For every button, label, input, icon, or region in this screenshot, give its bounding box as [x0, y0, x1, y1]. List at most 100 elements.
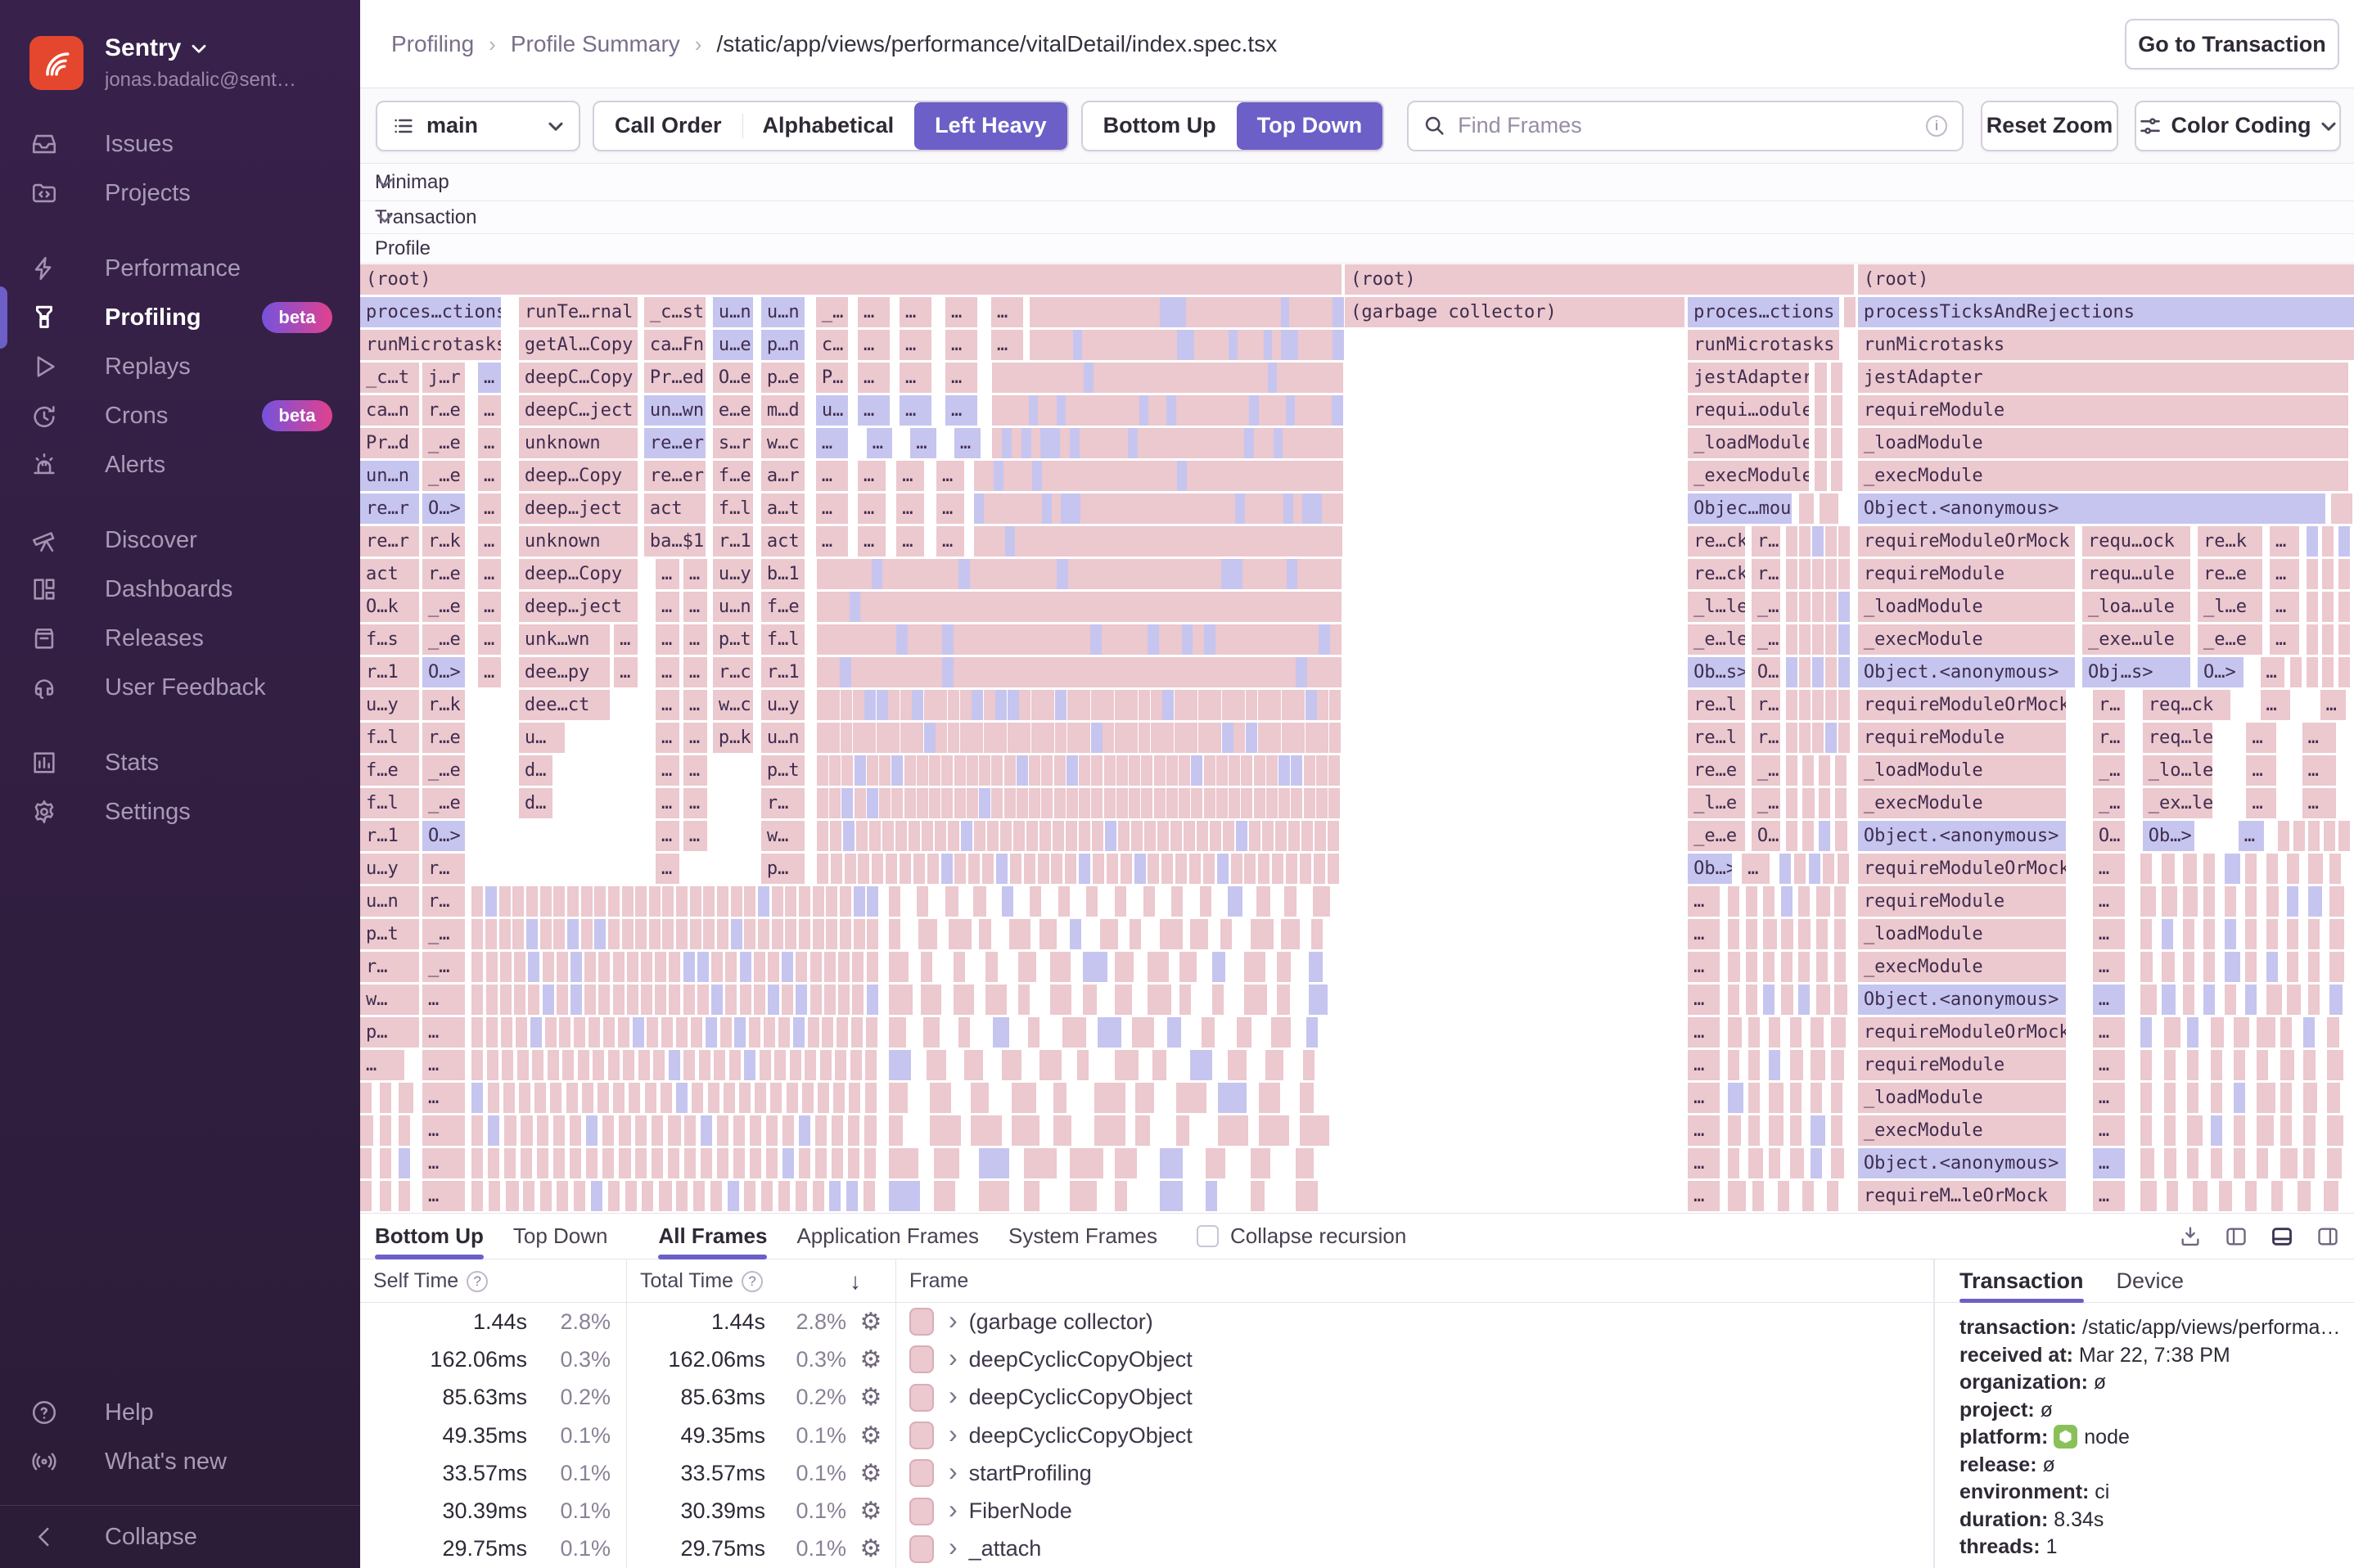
flame-cell[interactable]: u…e [712, 330, 753, 360]
flame-cell[interactable]: (root) [1857, 264, 2354, 295]
flame-cell[interactable]: … [656, 821, 679, 851]
flame-cell[interactable]: re…er [643, 428, 706, 458]
flame-cell[interactable]: _execModule [1857, 461, 2349, 491]
table-row[interactable]: 30.39ms 0.1% 30.39ms 0.1% ⚙ › FiberNode [360, 1492, 1933, 1530]
flame-cell[interactable]: _execModule [1857, 952, 2067, 982]
flame-cell[interactable]: _… [422, 952, 465, 982]
flame-cell[interactable]: _ex…le [2142, 788, 2213, 818]
flame-cell[interactable]: … [866, 428, 893, 458]
flame-cell[interactable]: act [643, 493, 706, 524]
flame-cell[interactable]: O…> [2198, 657, 2244, 687]
flame-cell[interactable]: req…ck [2142, 690, 2230, 720]
flame-cell[interactable]: requireModuleOrMock [1857, 526, 2075, 556]
flame-cell[interactable] [1815, 395, 1828, 426]
segment-bottom-up[interactable]: Bottom Up [1083, 102, 1237, 150]
flame-cell[interactable]: requireModule [1857, 395, 2349, 426]
flame-cell[interactable]: proces…ctions [360, 297, 501, 327]
flame-cell[interactable]: … [858, 493, 886, 524]
gear-icon[interactable]: ⚙ [846, 1308, 895, 1336]
flame-cell[interactable]: f…e [712, 461, 753, 491]
flame-cell[interactable]: _e…e [1688, 821, 1745, 851]
flame-cell[interactable]: p… [760, 854, 805, 884]
flame-cell[interactable]: r… [1751, 723, 1780, 753]
flame-cell[interactable]: u…y [712, 559, 753, 589]
flame-cell[interactable]: unknown [518, 428, 638, 458]
flame-cell[interactable]: _l…e [1688, 788, 1745, 818]
flame-cell[interactable]: (root) [360, 264, 1342, 295]
flame-cell[interactable]: (garbage collector) [1345, 297, 1684, 327]
self-time-header[interactable]: Self Time? [360, 1259, 626, 1303]
flame-cell[interactable]: f…e [360, 755, 420, 786]
flame-cell[interactable]: _loadModule [1857, 919, 2067, 949]
chevron-down-icon[interactable] [375, 211, 2343, 224]
flame-cell[interactable]: u…n [712, 297, 753, 327]
flame-cell[interactable]: … [899, 297, 931, 327]
flame-cell[interactable]: … [614, 657, 638, 687]
flame-cell[interactable]: … [2269, 526, 2299, 556]
gear-icon[interactable]: ⚙ [846, 1459, 895, 1488]
flame-cell[interactable]: re…k [2198, 526, 2262, 556]
flame-cell[interactable]: requireModule [1857, 559, 2075, 589]
flame-cell[interactable]: jestAdapter [1688, 363, 1809, 393]
flame-cell[interactable]: processTicksAndRejections [1857, 297, 2354, 327]
flame-cell[interactable]: … [858, 297, 890, 327]
flame-cell[interactable]: r…e [422, 559, 465, 589]
flame-cell[interactable]: deepC…ject [518, 395, 638, 426]
panel-right-icon[interactable] [2316, 1225, 2339, 1248]
flame-cell[interactable]: … [2092, 1083, 2125, 1113]
frame-header[interactable]: Frame [895, 1259, 1933, 1303]
flame-cell[interactable]: r…e [422, 395, 465, 426]
flame-cell[interactable]: … [683, 592, 707, 622]
flame-cell[interactable]: … [1688, 919, 1720, 949]
flame-cell[interactable]: … [360, 1050, 404, 1080]
flame-cell[interactable]: _… [2092, 755, 2125, 786]
flame-cell[interactable]: O…> [422, 657, 465, 687]
flame-cell[interactable]: u…n [760, 297, 805, 327]
flame-cell[interactable]: O… [2092, 821, 2125, 851]
flame-cell[interactable]: … [990, 297, 1023, 327]
flame-cell[interactable]: O…e [712, 363, 753, 393]
flame-cell[interactable]: _…e [422, 461, 465, 491]
flame-cell[interactable]: r… [2092, 723, 2125, 753]
flame-cell[interactable]: Object.<anonymous> [1857, 821, 2067, 851]
flame-cell[interactable]: _…e [422, 624, 465, 655]
flame-cell[interactable]: O… [1751, 657, 1780, 687]
segment-call-order[interactable]: Call Order [594, 102, 742, 150]
flame-cell[interactable]: Ob…> [1688, 854, 1732, 884]
flame-cell[interactable]: _…e [422, 592, 465, 622]
sidebar-item-help[interactable]: Help [0, 1388, 360, 1437]
flame-cell[interactable]: runMicrotasks [1688, 330, 1840, 360]
flame-cell[interactable]: u…n [360, 886, 420, 917]
flame-cell[interactable]: … [683, 559, 707, 589]
flame-cell[interactable] [1815, 428, 1828, 458]
flame-cell[interactable]: w…c [760, 428, 805, 458]
flame-cell[interactable]: … [1688, 1115, 1720, 1146]
flame-cell[interactable]: a…r [760, 461, 805, 491]
table-row[interactable]: 49.35ms 0.1% 49.35ms 0.1% ⚙ › deepCyclicCopyOb… [360, 1416, 1933, 1455]
flame-cell[interactable]: ba…$1 [643, 526, 706, 556]
flame-cell[interactable]: … [2269, 592, 2299, 622]
reset-zoom-button[interactable]: Reset Zoom [1981, 100, 2118, 151]
flame-cell[interactable]: un…wn [643, 395, 706, 426]
flame-cell[interactable]: … [2246, 755, 2276, 786]
flame-cell[interactable]: … [422, 1181, 465, 1211]
flame-cell[interactable]: … [899, 363, 931, 393]
flame-cell[interactable]: … [477, 592, 501, 622]
flame-cell[interactable]: act [360, 559, 420, 589]
flame-cell[interactable]: r… [760, 788, 805, 818]
download-icon[interactable] [2179, 1225, 2202, 1248]
flame-cell[interactable]: u… [815, 395, 849, 426]
flame-cell[interactable]: … [1688, 1181, 1720, 1211]
flame-cell[interactable]: … [656, 788, 679, 818]
expand-chevron-icon[interactable]: › [949, 1343, 958, 1373]
flame-cell[interactable]: s…r [712, 428, 753, 458]
flame-cell[interactable]: deep…ject [518, 493, 638, 524]
sidebar-item-profiling[interactable]: Profiling beta [0, 286, 360, 349]
flame-cell[interactable]: f…s [360, 624, 420, 655]
flame-cell[interactable]: requ…ock [2081, 526, 2191, 556]
flame-cell[interactable]: Object.<anonymous> [1857, 1148, 2067, 1178]
flame-cell[interactable]: … [899, 330, 931, 360]
flame-cell[interactable]: deep…Copy [518, 461, 638, 491]
flame-cell[interactable]: p…t [360, 919, 420, 949]
sidebar-item-collapse[interactable]: Collapse [0, 1512, 360, 1561]
